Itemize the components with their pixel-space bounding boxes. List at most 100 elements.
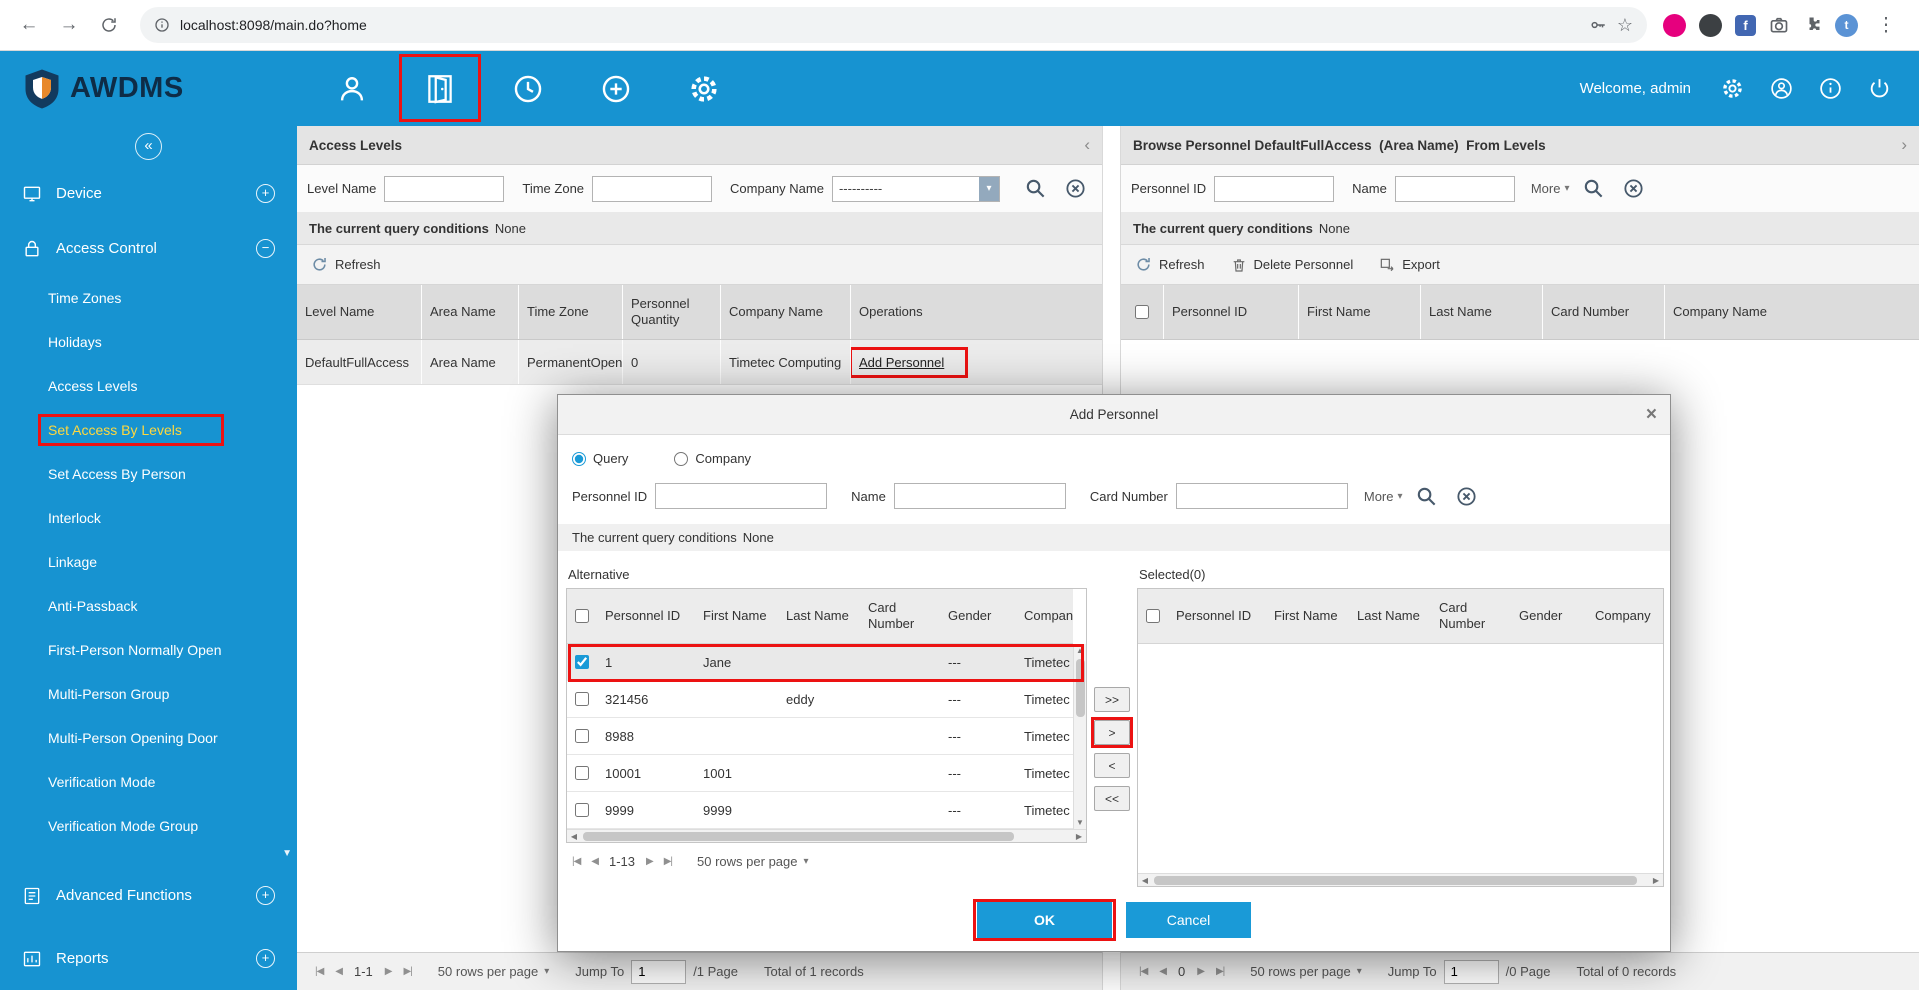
refresh-button[interactable]: Refresh [1135,256,1205,273]
last-page-icon[interactable]: ▶| [664,856,673,867]
company-radio-input[interactable] [674,451,689,466]
company-name-select[interactable]: ---------- ▾ [831,175,1000,202]
cancel-button[interactable]: Cancel [1126,902,1251,938]
logout-power-icon[interactable] [1866,75,1893,102]
extension-pink-icon[interactable] [1663,13,1686,37]
personnel-row[interactable]: 321456 eddy --- Timetec [567,681,1073,718]
screenshot-camera-icon[interactable] [1769,15,1789,35]
device-door-module-icon[interactable] [399,53,481,122]
browser-menu-icon[interactable]: ⋮ [1871,10,1901,40]
scroll-right-icon[interactable]: ▶ [1072,832,1086,841]
vertical-scrollbar[interactable]: ▲ ▼ [1073,644,1086,829]
sidebar-item-time-zones[interactable]: Time Zones [0,276,297,320]
access-level-row[interactable]: DefaultFullAccess Area Name PermanentOpe… [297,340,1102,385]
sidebar-item-linkage[interactable]: Linkage [0,540,297,584]
move-all-right-button[interactable]: >> [1094,687,1130,712]
sidebar-item-access-control[interactable]: Access Control − [0,221,297,276]
scrollbar-thumb[interactable] [583,832,1014,841]
clear-search-icon[interactable] [1618,173,1650,205]
browser-profile-avatar[interactable]: t [1835,13,1858,37]
attendance-clock-module-icon[interactable] [508,69,548,109]
personnel-id-input[interactable] [655,483,828,509]
name-input[interactable] [1394,175,1515,202]
prev-page-icon[interactable]: ◀ [335,966,343,977]
name-input[interactable] [893,483,1066,509]
jump-to-input[interactable] [631,959,687,984]
next-page-icon[interactable]: ▶ [385,966,393,977]
personnel-row[interactable]: 8988 --- Timetec [567,718,1073,755]
password-key-icon[interactable] [1589,16,1607,34]
address-bar[interactable]: localhost:8098/main.do?home ☆ [140,7,1647,43]
row-checkbox[interactable] [575,729,589,743]
sidebar-item-reports[interactable]: Reports + [0,931,297,986]
sidebar-collapse-button[interactable]: « [135,132,162,160]
row-checkbox[interactable] [575,803,589,817]
select-dropdown-icon[interactable]: ▾ [978,176,999,201]
select-all-checkbox[interactable] [575,609,589,623]
select-all-checkbox[interactable] [1146,609,1160,623]
scroll-left-icon[interactable]: ◀ [1138,876,1152,885]
extension-dark-icon[interactable] [1699,13,1722,37]
add-module-icon[interactable] [596,69,636,109]
extension-facebook-icon[interactable]: f [1735,14,1756,36]
settings-gear-icon[interactable] [1719,75,1746,102]
sidebar-item-set-access-by-person[interactable]: Set Access By Person [0,452,297,496]
move-all-left-button[interactable]: << [1094,786,1130,811]
next-page-icon[interactable]: ▶ [1197,966,1205,977]
sidebar-item-first-person-normally-open[interactable]: First-Person Normally Open [0,628,297,672]
panel-expand-icon[interactable]: › [1901,135,1907,155]
sidebar-item-interlock[interactable]: Interlock [0,496,297,540]
site-info-icon[interactable] [154,17,170,33]
expand-toggle-icon[interactable]: + [256,886,275,905]
sidebar-scroll-down-icon[interactable]: ▼ [282,848,292,859]
extensions-puzzle-icon[interactable] [1802,15,1822,35]
personnel-row[interactable]: 9999 9999 --- Timetec [567,792,1073,829]
move-right-button[interactable]: > [1091,717,1133,748]
browser-back-button[interactable]: ← [14,10,44,40]
sidebar-item-multi-person-opening-door[interactable]: Multi-Person Opening Door [0,716,297,760]
scrollbar-thumb[interactable] [1154,876,1637,885]
first-page-icon[interactable]: |◀ [315,966,324,977]
expand-toggle-icon[interactable]: + [256,949,275,968]
row-checkbox[interactable] [575,655,589,669]
scroll-left-icon[interactable]: ◀ [567,832,581,841]
rows-per-page-select[interactable]: 50 rows per page ▾ [697,854,808,869]
time-zone-input[interactable] [592,175,713,202]
bookmark-star-icon[interactable]: ☆ [1617,15,1633,36]
prev-page-icon[interactable]: ◀ [591,856,599,867]
first-page-icon[interactable]: |◀ [1139,966,1148,977]
expand-toggle-icon[interactable]: + [256,184,275,203]
row-checkbox[interactable] [575,766,589,780]
delete-personnel-button[interactable]: Delete Personnel [1231,257,1353,273]
query-radio-input[interactable] [572,451,586,466]
info-icon[interactable] [1817,75,1844,102]
add-personnel-link[interactable]: Add Personnel [851,346,969,378]
sidebar-item-advanced-functions[interactable]: Advanced Functions + [0,868,297,923]
card-number-input[interactable] [1175,483,1348,509]
sidebar-item-anti-passback[interactable]: Anti-Passback [0,584,297,628]
clear-search-icon[interactable] [1060,173,1092,205]
sidebar-item-set-access-by-levels[interactable]: Set Access By Levels [0,408,297,452]
sidebar-item-holidays[interactable]: Holidays [0,320,297,364]
rows-per-page-select[interactable]: 50 rows per page ▾ [438,964,549,979]
next-page-icon[interactable]: ▶ [646,856,654,867]
last-page-icon[interactable]: ▶| [1216,966,1225,977]
jump-to-input[interactable] [1443,959,1499,984]
sidebar-item-verification-mode-group[interactable]: Verification Mode Group [0,804,297,848]
scrollbar-thumb[interactable] [1075,659,1085,717]
search-icon[interactable] [1578,173,1610,205]
query-radio[interactable]: Query [572,451,628,466]
personnel-row[interactable]: 10001 1001 --- Timetec [567,755,1073,792]
company-radio[interactable]: Company [674,451,751,466]
ok-button[interactable]: OK [973,899,1116,941]
level-name-input[interactable] [384,175,505,202]
rows-per-page-select[interactable]: 50 rows per page ▾ [1250,964,1361,979]
browser-refresh-button[interactable] [94,10,124,40]
prev-page-icon[interactable]: ◀ [1159,966,1167,977]
search-icon[interactable] [1020,173,1052,205]
last-page-icon[interactable]: ▶| [404,966,413,977]
sidebar-item-access-levels[interactable]: Access Levels [0,364,297,408]
personnel-row[interactable]: 1 Jane --- Timetec [567,644,1073,681]
account-icon[interactable] [1768,75,1795,102]
clear-search-icon[interactable] [1451,480,1483,512]
